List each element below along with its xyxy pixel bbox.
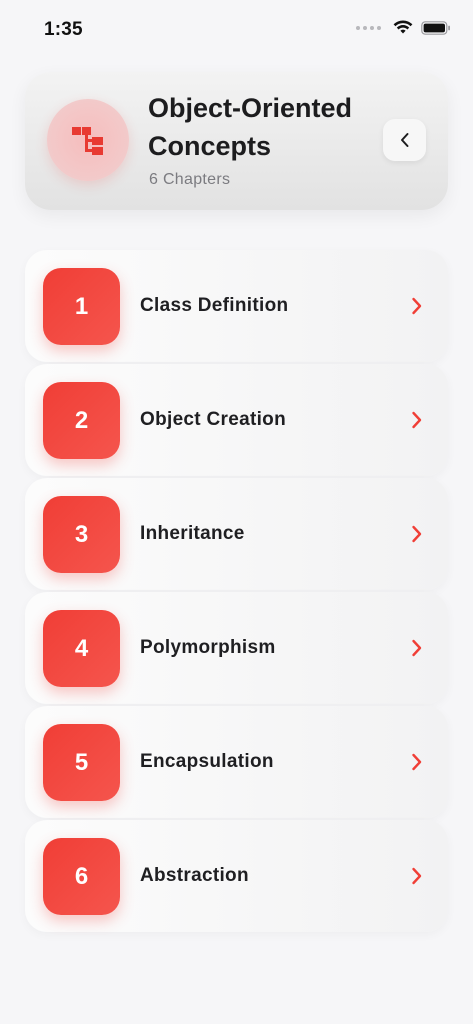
chevron-right-icon — [412, 639, 422, 657]
chapter-title: Abstraction — [140, 865, 249, 886]
chapter-title: Object Creation — [140, 409, 286, 430]
chapter-number-badge: 6 — [43, 838, 120, 915]
chapter-number-badge: 5 — [43, 724, 120, 801]
chevron-right-icon — [412, 411, 422, 429]
topic-avatar — [47, 99, 129, 181]
chapter-number-badge: 1 — [43, 268, 120, 345]
chapter-title: Inheritance — [140, 523, 245, 544]
chapter-item[interactable]: 5 Encapsulation — [25, 706, 448, 818]
status-icons — [356, 20, 451, 35]
status-time: 1:35 — [44, 19, 83, 40]
battery-icon — [421, 20, 450, 35]
wifi-icon — [393, 20, 413, 34]
chapter-item[interactable]: 3 Inheritance — [25, 478, 448, 590]
header-card: Object-Oriented Concepts 6 Chapters — [25, 72, 448, 210]
status-bar: 1:35 — [0, 0, 473, 60]
chapter-item[interactable]: 2 Object Creation — [25, 364, 448, 476]
cellular-signal-icon — [356, 25, 381, 30]
chapter-title: Encapsulation — [140, 751, 274, 772]
back-button[interactable] — [383, 119, 426, 161]
chapter-item[interactable]: 4 Polymorphism — [25, 592, 448, 704]
chapter-number-badge: 4 — [43, 610, 120, 687]
chapter-title: Polymorphism — [140, 637, 276, 658]
chapter-item[interactable]: 6 Abstraction — [25, 820, 448, 932]
chapter-number-badge: 2 — [43, 382, 120, 459]
chapter-count: 6 Chapters — [149, 171, 231, 188]
chapter-list: 1 Class Definition 2 Object Creation 3 I… — [25, 250, 448, 934]
page-title: Object-Oriented Concepts — [148, 93, 353, 161]
chapter-item[interactable]: 1 Class Definition — [25, 250, 448, 362]
chevron-right-icon — [412, 525, 422, 543]
chevron-right-icon — [412, 297, 422, 315]
chapter-title: Class Definition — [140, 295, 289, 316]
hierarchy-icon — [72, 127, 103, 155]
chapter-number-badge: 3 — [43, 496, 120, 573]
chevron-left-icon — [400, 133, 408, 147]
chevron-right-icon — [412, 867, 422, 885]
chevron-right-icon — [412, 753, 422, 771]
